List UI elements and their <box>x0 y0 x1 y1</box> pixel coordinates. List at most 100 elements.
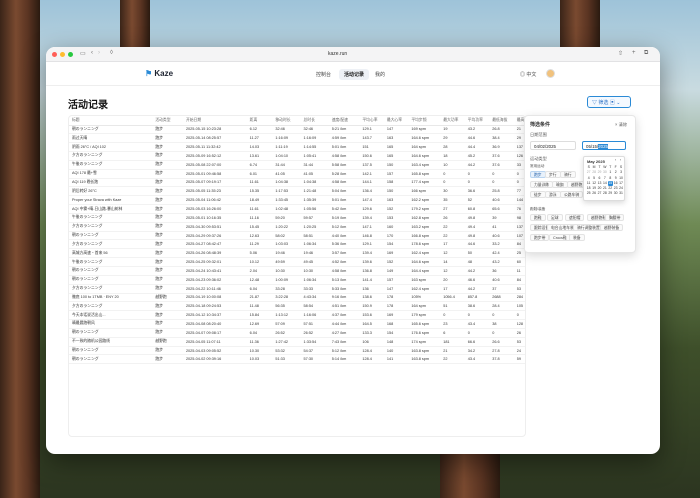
column-header[interactable]: 最低海拔 <box>489 116 514 126</box>
type-chip-hike[interactable]: 徒步 <box>530 191 546 198</box>
back-icon[interactable]: ‹ <box>91 50 93 56</box>
table-row[interactable]: 朝のランニング 跑步 2025-04-23 09:36:02 12.48 1:00:09… <box>69 275 525 285</box>
gear-chip[interactable]: Crocs鞋 <box>549 234 571 241</box>
nav-activities[interactable]: 活动记录 <box>339 69 370 80</box>
table-row[interactable]: 朝のランニング 跑步 2025-04-24 10:43:41 2.04 10:30 10:… <box>69 266 525 276</box>
start-date-input[interactable]: 04/02/2025 <box>530 141 576 150</box>
table-row[interactable]: 夕方のランニング 跑步 2025-05-09 16:52:12 13.61 1:04:1… <box>69 151 525 161</box>
gear-chip[interactable]: 越野装备 <box>600 224 624 231</box>
activity-title-cell[interactable]: 不一致的随机公园路线 <box>69 337 153 347</box>
activity-title-cell[interactable]: 朝のランニング <box>69 346 153 356</box>
table-row[interactable]: AQI 119 晚长跑 跑步 2025-05-07 09:19:17 11.61 1:0… <box>69 178 525 188</box>
activity-title-cell[interactable]: AQI 119 晚长跑 <box>69 178 153 188</box>
gear-chip[interactable]: 足球 <box>547 214 563 221</box>
column-header[interactable]: 最大功率 <box>440 116 465 126</box>
column-header[interactable]: 距离 <box>246 116 273 126</box>
activity-title-cell[interactable]: 阴雨 26°C / AQI 102 <box>69 142 153 153</box>
table-row[interactable]: 夕方のランニング 跑步 2025-04-22 10:11:46 6.04 33:28 33… <box>69 284 525 294</box>
table-row[interactable]: 朝のランニング 跑步 2025-04-02 09:39:16 10.03 51:33 57… <box>69 354 525 365</box>
activity-title-cell[interactable]: 朝のランニング <box>69 125 153 135</box>
table-row[interactable]: 雨过天晴 跑步 2025-05-14 08:25:57 11.27 1:16:09 1:1… <box>69 133 525 144</box>
share-icon[interactable]: ⇧ <box>618 50 623 57</box>
table-row[interactable]: 晴最晨跑朝风 跑步 2025-04-08 08:20:40 12.69 57:09 57:… <box>69 319 525 329</box>
activity-title-cell[interactable]: Proper your Strava with Kaze <box>69 195 153 206</box>
table-row[interactable]: 高城方高速・首来 56 跑步 2025-04-26 08:48:39 5.06 19:4… <box>69 248 525 259</box>
forward-icon[interactable]: › <box>98 50 100 56</box>
type-chip-run[interactable]: 跑步 <box>530 171 546 178</box>
activity-title-cell[interactable]: 晴最晨跑朝风 <box>69 319 153 329</box>
type-chip-road-bike[interactable]: 公路车骑 <box>560 191 584 198</box>
gear-chip[interactable]: 装备 <box>569 234 585 241</box>
column-header[interactable]: 活动类型 <box>152 116 183 126</box>
column-header[interactable]: 最大心率 <box>383 116 409 126</box>
activity-title-cell[interactable]: 午後のランニング <box>69 257 153 267</box>
activity-title-cell[interactable]: 午後のランニング <box>69 160 153 170</box>
table-row[interactable]: 朝のランニング 跑步 2025-04-07 09:08:17 6.04 26:52 26:… <box>69 328 525 338</box>
type-chip-walk[interactable]: 步行 <box>545 171 561 178</box>
column-header[interactable]: 平均步频 <box>408 116 441 126</box>
table-row[interactable]: 今天本话说活出山... 跑步 2025-04-12 10:34:37 15.84 1:1… <box>69 310 525 321</box>
activity-title-cell[interactable]: 高城方高速・首来 56 <box>69 248 153 259</box>
zoom-window-button[interactable] <box>68 52 73 57</box>
column-header[interactable]: 开始日期 <box>182 116 247 126</box>
activity-title-cell[interactable]: 夕方のランニング <box>69 222 153 232</box>
type-chip-strength[interactable]: 力量训练 <box>530 181 554 188</box>
activity-title-cell[interactable]: 夕方のランニング <box>69 284 153 294</box>
table-row[interactable]: 朝のランニング 跑步 2025-04-29 09:37:26 12.63 58:02 58… <box>69 231 525 241</box>
activity-title-cell[interactable]: AQI 中雾+晴-日山路-暴山树林 <box>69 204 153 214</box>
address-bar[interactable]: kaze.run <box>328 51 347 57</box>
table-row[interactable]: 朝のランニング 跑步 2025-05-15 10:23:28 6.12 32:46 32:… <box>69 125 525 135</box>
activity-title-cell[interactable]: 朝のランニング <box>69 266 153 276</box>
activity-title-cell[interactable]: 阴后转好 26°C <box>69 186 153 197</box>
gear-chip[interactable]: 遮阳帽 <box>565 214 585 221</box>
activity-title-cell[interactable]: 夕方のランニング <box>69 301 153 312</box>
close-window-button[interactable] <box>52 52 57 57</box>
type-chip-yoga[interactable]: 瑜伽 <box>552 181 568 188</box>
column-header[interactable]: 移动时长 <box>272 116 301 126</box>
language-switcher[interactable]: ◎ 中文 <box>520 71 536 78</box>
nav-mine[interactable]: 我的 <box>375 71 385 78</box>
kaze-logo[interactable]: ⚑ Kaze <box>145 69 173 78</box>
activity-title-cell[interactable]: 夕方のランニング <box>69 151 153 161</box>
activity-title-cell[interactable]: 徹底 100 to 1TMB · ENY 20 <box>69 293 153 303</box>
column-header[interactable]: 速度/配速 <box>328 116 360 126</box>
calendar-next-icon[interactable]: › <box>620 158 621 162</box>
minimize-window-button[interactable] <box>60 52 65 57</box>
column-header[interactable]: 平均心率 <box>359 116 384 126</box>
column-header[interactable]: 总时长 <box>300 116 329 126</box>
table-row[interactable]: 阴后转好 26°C 跑步 2025-05-05 11:35:23 15.35 1:17:… <box>69 186 525 197</box>
activity-title-cell[interactable]: 朝のランニング <box>69 275 153 285</box>
table-row[interactable]: 夕方のランニング 跑步 2025-04-18 09:24:53 11.48 56:35 5… <box>69 301 525 312</box>
table-row[interactable]: 徹底 100 to 1TMB · ENY 20 越野跑 2025-04-19 10:… <box>69 293 525 303</box>
activity-title-cell[interactable]: 朝のランニング <box>69 354 153 365</box>
gear-chip[interactable]: 胸腰带 <box>605 214 625 221</box>
activity-title-cell[interactable]: AQI 178 最+雪 <box>69 169 153 179</box>
gear-chip[interactable]: 跑步带 <box>530 234 550 241</box>
end-date-input[interactable]: 05/15/2025 <box>582 141 626 150</box>
table-row[interactable]: 阴雨 26°C / AQI 102 跑步 2025-05-11 11:32:42 14… <box>69 142 525 153</box>
gear-chip[interactable]: 跑鞋 <box>530 214 546 221</box>
filter-button[interactable]: ▽ 筛选 ▣ ⌄ <box>587 96 631 108</box>
table-row[interactable]: 午後のランニング 跑步 2025-05-08 22:07:00 6.74 31:44 31… <box>69 160 525 170</box>
tabs-overview-icon[interactable]: ⧉ <box>644 50 648 57</box>
clear-filters-link[interactable]: × 清除 <box>615 122 627 128</box>
table-row[interactable]: Proper your Strava with Kaze 跑步 2025-05-04… <box>69 195 525 206</box>
activity-title-cell[interactable]: 今天本话说活出山... <box>69 310 153 321</box>
activity-title-cell[interactable]: 夕方のランニング <box>69 239 153 250</box>
new-tab-icon[interactable]: + <box>632 50 636 56</box>
avatar[interactable] <box>546 69 555 78</box>
table-row[interactable]: 朝のランニング 跑步 2025-04-03 09:05:52 10.30 53:32 54… <box>69 346 525 356</box>
activity-title-cell[interactable]: 雨过天晴 <box>69 133 153 144</box>
table-row[interactable]: AQI 中雾+晴-日山路-暴山树林 跑步 2025-05-03 16:26:00 11… <box>69 204 525 214</box>
activity-title-cell[interactable]: 朝のランニング <box>69 328 153 338</box>
nav-dashboard[interactable]: 控制台 <box>316 71 331 78</box>
column-header[interactable]: 标题 <box>69 116 153 126</box>
table-row[interactable]: 午後のランニング 跑步 2025-05-01 10:16:35 11.16 59:20 5… <box>69 213 525 223</box>
table-row[interactable]: 夕方のランニング 跑步 2025-04-30 09:53:51 15.45 1:20:2… <box>69 222 525 232</box>
activity-title-cell[interactable]: 午後のランニング <box>69 213 153 223</box>
activity-title-cell[interactable]: 朝のランニング <box>69 231 153 241</box>
table-row[interactable]: AQI 178 最+雪 跑步 2025-05-01 09:46:58 6.01 41:0… <box>69 169 525 179</box>
sidebar-icon[interactable]: ▭ <box>80 50 86 57</box>
calendar-day[interactable]: 31 <box>618 191 623 196</box>
column-header[interactable]: 平均功率 <box>464 116 490 126</box>
